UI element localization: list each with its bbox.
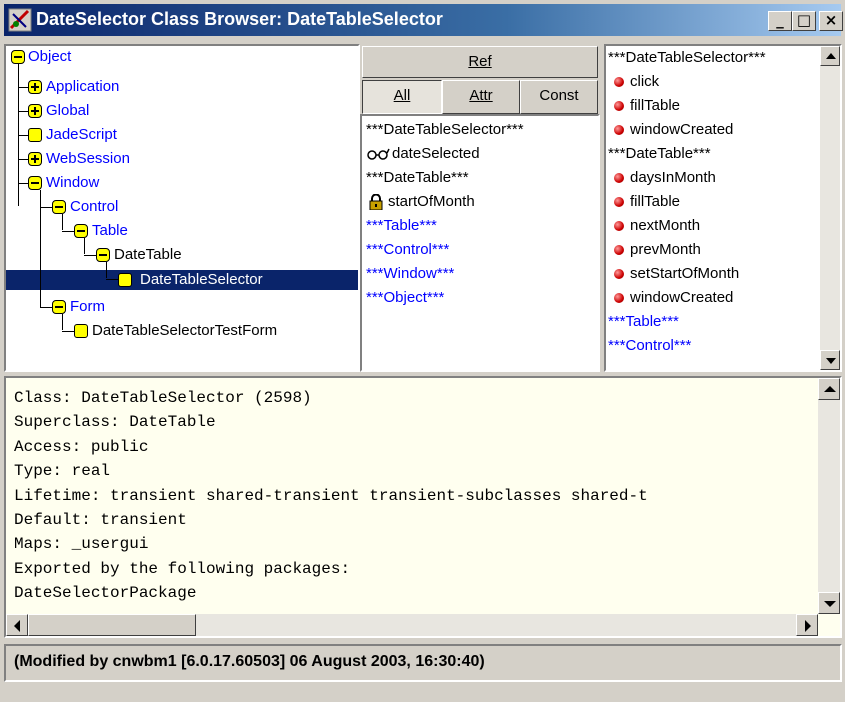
tab-ref[interactable]: Ref — [362, 46, 598, 78]
method-filltable[interactable]: fillTable — [630, 190, 680, 214]
tree-node-datetableselectortestform[interactable]: DateTableSelectorTestForm — [92, 321, 277, 341]
methods-scrollbar[interactable] — [820, 46, 840, 370]
arrow-down-icon — [824, 601, 836, 607]
list-header[interactable]: ***Control*** — [366, 238, 449, 262]
tree-node-object[interactable]: Object — [28, 47, 71, 67]
leaf-class-icon — [118, 273, 132, 287]
arrow-up-icon — [826, 53, 836, 59]
method-icon — [614, 245, 624, 255]
scroll-right-button[interactable] — [796, 614, 818, 636]
expand-toggle-icon[interactable] — [28, 152, 42, 166]
class-browser-app-icon — [8, 8, 32, 32]
tree-node-control[interactable]: Control — [70, 197, 118, 217]
collapse-toggle-icon[interactable] — [11, 50, 25, 64]
expand-toggle-icon[interactable] — [28, 104, 42, 118]
tree-node-datetable[interactable]: DateTable — [114, 245, 182, 265]
method-icon — [614, 269, 624, 279]
list-header[interactable]: ***DateTableSelector*** — [366, 118, 524, 142]
maximize-button[interactable]: □ — [792, 11, 816, 31]
status-text: (Modified by cnwbm1 [6.0.17.60503] 06 Au… — [14, 653, 485, 670]
scroll-down-button[interactable] — [818, 592, 840, 614]
tree-node-global[interactable]: Global — [46, 101, 89, 121]
expand-toggle-icon[interactable] — [28, 80, 42, 94]
method-icon — [614, 77, 624, 87]
window-title: DateSelector Class Browser: DateTableSel… — [36, 9, 443, 29]
class-info-text[interactable]: Class: DateTableSelector (2598) Supercla… — [14, 386, 648, 606]
class-info-text-area[interactable]: Class: DateTableSelector (2598) Supercla… — [4, 376, 842, 638]
method-icon — [614, 221, 624, 231]
tree-node-websession[interactable]: WebSession — [46, 149, 130, 169]
leaf-class-icon — [28, 128, 42, 142]
tree-node-table[interactable]: Table — [92, 221, 128, 241]
list-header[interactable]: ***Table*** — [366, 214, 437, 238]
info-vertical-scrollbar[interactable] — [818, 378, 840, 614]
tree-node-form[interactable]: Form — [70, 297, 105, 317]
status-bar: (Modified by cnwbm1 [6.0.17.60503] 06 Au… — [4, 644, 842, 682]
arrow-left-icon — [14, 620, 20, 632]
minimize-button[interactable]: _ — [768, 11, 792, 31]
arrow-down-icon — [826, 358, 836, 364]
method-prevmonth[interactable]: prevMonth — [630, 238, 701, 262]
scroll-thumb[interactable] — [28, 614, 196, 636]
method-nextmonth[interactable]: nextMonth — [630, 214, 700, 238]
glasses-icon — [367, 148, 390, 160]
methods-list[interactable]: ***DateTableSelector*** click fillTable … — [604, 44, 842, 372]
properties-list[interactable]: ***DateTableSelector*** dateSelected ***… — [360, 114, 600, 372]
property-startofmonth[interactable]: startOfMonth — [388, 190, 475, 214]
collapse-toggle-icon[interactable] — [74, 224, 88, 238]
method-icon — [614, 101, 624, 111]
class-browser-window: DateSelector Class Browser: DateTableSel… — [0, 0, 845, 702]
leaf-class-icon — [74, 324, 88, 338]
tree-node-application[interactable]: Application — [46, 77, 119, 97]
close-button[interactable]: × — [819, 11, 843, 31]
list-header[interactable]: ***Object*** — [366, 286, 444, 310]
list-header[interactable]: ***Window*** — [366, 262, 454, 286]
method-windowcreated[interactable]: windowCreated — [630, 118, 733, 142]
method-icon — [614, 125, 624, 135]
tree-node-datetableselector[interactable]: DateTableSelector — [136, 270, 267, 290]
tab-all[interactable]: All — [362, 80, 442, 114]
list-header[interactable]: ***Control*** — [608, 334, 691, 358]
collapse-toggle-icon[interactable] — [96, 248, 110, 262]
arrow-right-icon — [805, 620, 811, 632]
method-icon — [614, 197, 624, 207]
method-daysinmonth[interactable]: daysInMonth — [630, 166, 716, 190]
method-icon — [614, 173, 624, 183]
collapse-toggle-icon[interactable] — [28, 176, 42, 190]
list-header[interactable]: ***DateTableSelector*** — [608, 46, 766, 70]
method-windowcreated[interactable]: windowCreated — [630, 286, 733, 310]
tree-node-window[interactable]: Window — [46, 173, 99, 193]
scroll-left-button[interactable] — [6, 614, 28, 636]
property-dateselected[interactable]: dateSelected — [392, 142, 480, 166]
arrow-up-icon — [824, 386, 836, 392]
tab-attr[interactable]: Attr — [442, 80, 520, 114]
collapse-toggle-icon[interactable] — [52, 300, 66, 314]
tab-const[interactable]: Const — [520, 80, 598, 114]
list-header[interactable]: ***DateTable*** — [608, 142, 711, 166]
method-icon — [614, 293, 624, 303]
class-hierarchy-tree[interactable]: Object Application Global JadeScript Web… — [4, 44, 360, 372]
list-header[interactable]: ***DateTable*** — [366, 166, 469, 190]
method-filltable[interactable]: fillTable — [630, 94, 680, 118]
lock-icon — [369, 194, 383, 210]
scroll-up-button[interactable] — [818, 378, 840, 400]
list-header[interactable]: ***Table*** — [608, 310, 679, 334]
method-click[interactable]: click — [630, 70, 659, 94]
scroll-down-button[interactable] — [820, 350, 840, 370]
method-setstartofmonth[interactable]: setStartOfMonth — [630, 262, 739, 286]
scroll-up-button[interactable] — [820, 46, 840, 66]
title-bar[interactable]: DateSelector Class Browser: DateTableSel… — [4, 4, 843, 36]
tree-node-jadescript[interactable]: JadeScript — [46, 125, 117, 145]
collapse-toggle-icon[interactable] — [52, 200, 66, 214]
